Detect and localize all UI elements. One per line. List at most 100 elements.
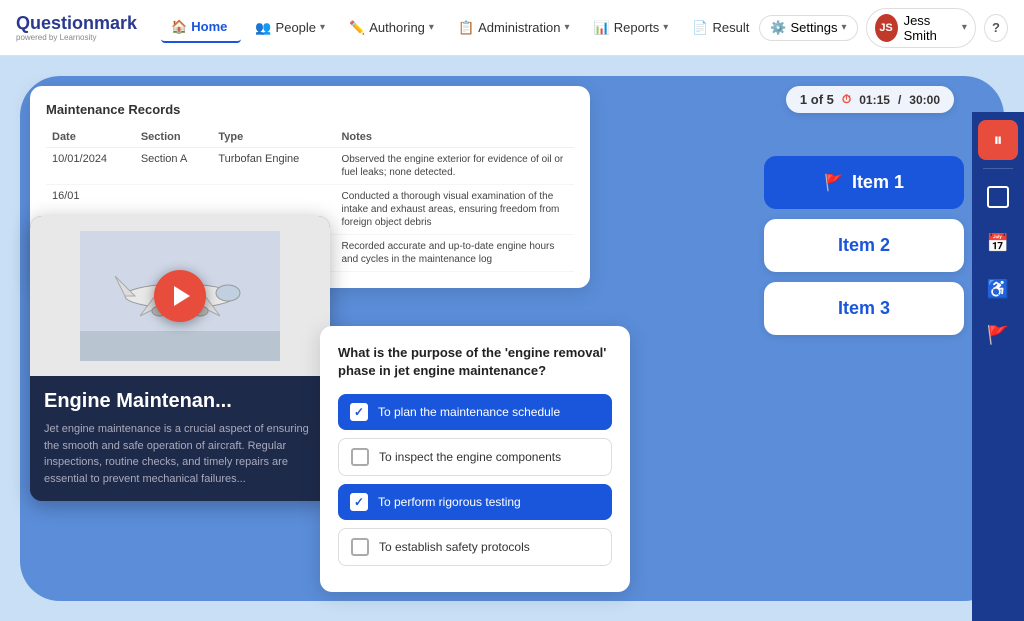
pause-icon: ⏸ <box>994 130 1003 151</box>
cell-date: 10/01/2024 <box>46 148 135 185</box>
pause-button[interactable]: ⏸ <box>978 120 1018 160</box>
cell-section: Section A <box>135 148 212 185</box>
check-mark-icon: ✓ <box>354 405 364 419</box>
cell-notes: Recorded accurate and up-to-date engine … <box>335 235 574 272</box>
nav-result[interactable]: 📄 Result <box>682 14 759 42</box>
item-button-2[interactable]: Item 2 <box>764 219 964 272</box>
flag-icon: 🚩 <box>824 173 844 193</box>
logo-text: Questionmark <box>16 13 137 33</box>
calendar-icon: 📅 <box>987 233 1009 254</box>
help-label: ? <box>992 20 1000 35</box>
col-notes: Notes <box>335 127 574 148</box>
nav-people[interactable]: 👥 People ▾ <box>245 14 335 42</box>
accessibility-icon: ♿ <box>987 279 1009 300</box>
table-row: 10/01/2024 Section A Turbofan Engine Obs… <box>46 148 574 185</box>
user-name: Jess Smith <box>904 13 956 43</box>
fullscreen-button[interactable] <box>978 177 1018 217</box>
checkbox-icon-2 <box>351 448 369 466</box>
video-thumbnail[interactable] <box>30 216 330 376</box>
admin-icon: 📋 <box>458 20 474 36</box>
nav-home-label: Home <box>191 19 227 34</box>
flag-button[interactable]: 🚩 <box>978 315 1018 355</box>
quiz-question: What is the purpose of the 'engine remov… <box>338 344 612 380</box>
nav-reports[interactable]: 📊 Reports ▾ <box>584 14 679 42</box>
help-button[interactable]: ? <box>984 14 1008 42</box>
col-date: Date <box>46 127 135 148</box>
quiz-option-1[interactable]: ✓ To plan the maintenance schedule <box>338 394 612 430</box>
nav-right: ⚙️ Settings ▾ JS Jess Smith ▾ ? <box>759 8 1008 48</box>
main-area: 1 of 5 ⏱ 01:15 / 30:00 Maintenance Recor… <box>0 56 1024 621</box>
quiz-option-4[interactable]: To establish safety protocols <box>338 528 612 566</box>
timer-elapsed: 01:15 <box>859 93 890 107</box>
right-toolbar: ⏸ 📅 ♿ 🚩 <box>972 112 1024 621</box>
option-label-4: To establish safety protocols <box>379 540 530 554</box>
items-panel: 🚩 Item 1 Item 2 Item 3 <box>764 156 964 335</box>
timer-bar: 1 of 5 ⏱ 01:15 / 30:00 <box>786 86 954 113</box>
play-button[interactable] <box>154 270 206 322</box>
avatar: JS <box>875 14 898 42</box>
flag-icon: 🚩 <box>987 325 1009 346</box>
item-label-3: Item 3 <box>838 298 890 319</box>
video-card: Engine Maintenan... Jet engine maintenan… <box>30 216 330 501</box>
chevron-down-icon: ▾ <box>842 22 847 33</box>
video-content: Engine Maintenan... Jet engine maintenan… <box>30 376 330 501</box>
settings-label: Settings <box>791 20 838 35</box>
checkbox-icon-4 <box>351 538 369 556</box>
nav-home[interactable]: 🏠 Home <box>161 13 241 43</box>
nav-items: 🏠 Home 👥 People ▾ ✏️ Authoring ▾ 📋 Admin… <box>161 13 759 43</box>
timer-clock-icon: ⏱ <box>842 92 851 107</box>
item-label-1: Item 1 <box>852 172 904 193</box>
chevron-down-icon: ▾ <box>565 22 570 33</box>
table-title: Maintenance Records <box>46 102 574 117</box>
people-icon: 👥 <box>255 20 271 36</box>
play-icon <box>174 286 190 306</box>
cell-type: Turbofan Engine <box>212 148 335 185</box>
checkbox-icon-1: ✓ <box>350 403 368 421</box>
nav-authoring[interactable]: ✏️ Authoring ▾ <box>339 14 444 42</box>
video-title: Engine Maintenan... <box>44 390 316 413</box>
chevron-down-icon: ▾ <box>429 22 434 33</box>
logo: Questionmark powered by Learnosity <box>16 13 137 42</box>
quiz-option-2[interactable]: To inspect the engine components <box>338 438 612 476</box>
option-label-2: To inspect the engine components <box>379 450 561 464</box>
toolbar-divider <box>983 168 1013 169</box>
col-type: Type <box>212 127 335 148</box>
result-icon: 📄 <box>692 20 708 36</box>
settings-button[interactable]: ⚙️ Settings ▾ <box>759 15 857 41</box>
nav-result-label: Result <box>712 20 749 35</box>
nav-people-label: People <box>276 20 316 35</box>
user-menu[interactable]: JS Jess Smith ▾ <box>866 8 976 48</box>
home-icon: 🏠 <box>171 19 187 35</box>
item-label-2: Item 2 <box>838 235 890 256</box>
chevron-down-icon: ▾ <box>320 22 325 33</box>
cell-notes: Conducted a thorough visual examination … <box>335 185 574 235</box>
quiz-option-3[interactable]: ✓ To perform rigorous testing <box>338 484 612 520</box>
authoring-icon: ✏️ <box>349 20 365 36</box>
logo-subtext: powered by Learnosity <box>16 34 137 42</box>
nav-reports-label: Reports <box>614 20 660 35</box>
reports-icon: 📊 <box>594 20 610 36</box>
nav-authoring-label: Authoring <box>369 20 425 35</box>
chevron-down-icon: ▾ <box>663 22 668 33</box>
col-section: Section <box>135 127 212 148</box>
timer-progress: 1 of 5 <box>800 92 834 107</box>
item-button-3[interactable]: Item 3 <box>764 282 964 335</box>
nav-admin-label: Administration <box>478 20 560 35</box>
gear-icon: ⚙️ <box>770 20 786 36</box>
timer-separator: / <box>898 93 901 107</box>
timer-total: 30:00 <box>909 93 940 107</box>
chevron-down-icon: ▾ <box>962 22 967 33</box>
check-mark-icon: ✓ <box>354 495 364 509</box>
cell-notes: Observed the engine exterior for evidenc… <box>335 148 574 185</box>
option-label-3: To perform rigorous testing <box>378 495 521 509</box>
video-description: Jet engine maintenance is a crucial aspe… <box>44 421 316 487</box>
checkbox-icon-3: ✓ <box>350 493 368 511</box>
accessibility-button[interactable]: ♿ <box>978 269 1018 309</box>
quiz-card: What is the purpose of the 'engine remov… <box>320 326 630 592</box>
calendar-button[interactable]: 📅 <box>978 223 1018 263</box>
option-label-1: To plan the maintenance schedule <box>378 405 560 419</box>
navbar: Questionmark powered by Learnosity 🏠 Hom… <box>0 0 1024 56</box>
nav-administration[interactable]: 📋 Administration ▾ <box>448 14 580 42</box>
item-button-1[interactable]: 🚩 Item 1 <box>764 156 964 209</box>
fullscreen-icon <box>987 186 1009 208</box>
